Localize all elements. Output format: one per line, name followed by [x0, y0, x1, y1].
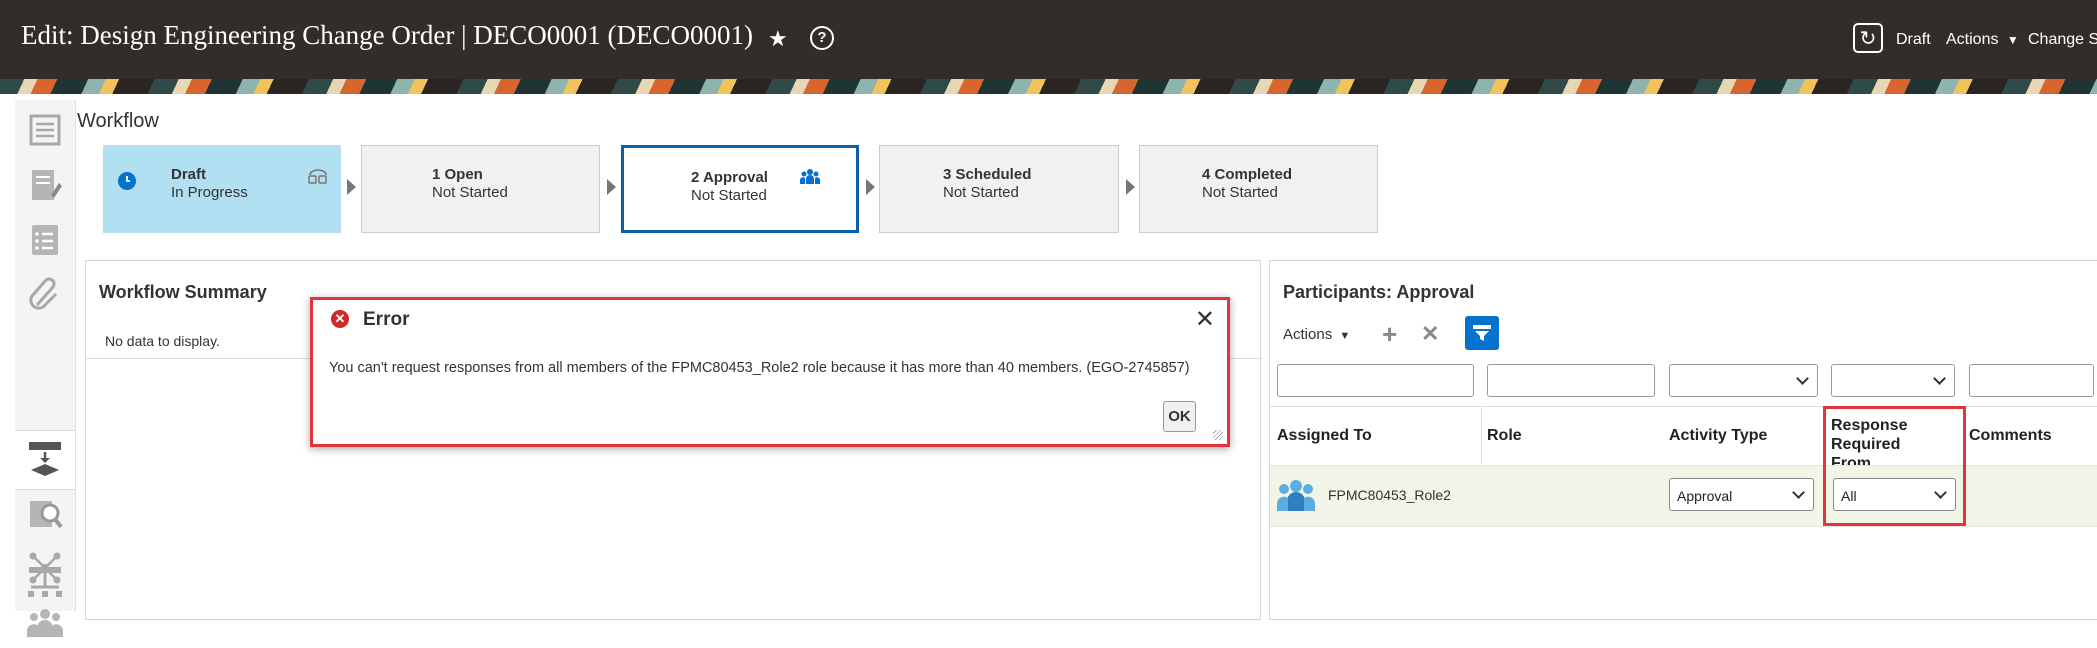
stop-status: Not Started [432, 184, 508, 201]
train-arrow [866, 179, 875, 195]
workflow-icon[interactable] [25, 438, 65, 478]
close-icon[interactable]: ✕ [1195, 305, 1215, 334]
top-header-bar: Edit: Design Engineering Change Order | … [0, 0, 2097, 79]
people-icon [800, 169, 820, 184]
filter-comments-input[interactable] [1969, 364, 2094, 397]
stop-status: Not Started [691, 187, 767, 204]
workflow-title: Workflow [77, 110, 159, 132]
stop-name: 4 Completed [1202, 166, 1293, 183]
page-title: Edit: Design Engineering Change Order | … [21, 20, 754, 50]
refresh-icon: ↻ [1859, 28, 1877, 50]
train-stop-open[interactable]: 1 Open Not Started [361, 145, 600, 233]
filter-response-required-select[interactable] [1831, 364, 1955, 397]
filter-icon [1473, 325, 1491, 341]
left-navigation-rail [15, 100, 76, 637]
error-dialog: ✕ Error ✕ You can't request responses fr… [310, 297, 1230, 447]
checklist-icon[interactable] [25, 220, 65, 260]
header-actions-label: Actions [1946, 31, 1999, 48]
help-icon[interactable]: ? [810, 26, 834, 50]
error-icon: ✕ [331, 310, 349, 328]
change-status-button[interactable]: Change St [2028, 31, 2097, 49]
divider [1270, 406, 2097, 407]
filter-assigned-to-input[interactable] [1277, 364, 1474, 397]
chevron-down-icon: ▼ [2006, 33, 2019, 47]
panel-title: Workflow Summary [99, 282, 267, 302]
chevron-down-icon [1792, 486, 1805, 499]
search-review-icon[interactable] [25, 493, 65, 533]
stop-name: 3 Scheduled [943, 166, 1032, 183]
column-header-comments[interactable]: Comments [1969, 426, 2052, 445]
people-icon[interactable] [25, 603, 65, 643]
list-icon[interactable] [25, 110, 65, 150]
hierarchy-icon[interactable] [25, 563, 65, 603]
ok-button[interactable]: OK [1163, 401, 1196, 432]
train-arrow [607, 179, 616, 195]
column-header-activity-type[interactable]: Activity Type [1669, 426, 1767, 445]
stop-status: In Progress [171, 184, 248, 201]
stop-name: Draft [171, 166, 207, 183]
chevron-down-icon: ▼ [1339, 330, 1351, 342]
star-icon[interactable]: ★ [768, 26, 788, 52]
error-message: You can't request responses from all mem… [329, 360, 1190, 376]
actions-label: Actions [1283, 326, 1333, 343]
gears-icon [308, 169, 327, 184]
attachment-icon[interactable] [25, 275, 65, 315]
decorative-banner [0, 79, 2097, 94]
highlight-box [1823, 406, 1966, 526]
participants-actions-menu[interactable]: Actions ▼ [1283, 326, 1350, 343]
activity-type-value: Approval [1677, 488, 1733, 504]
train-stop-completed[interactable]: 4 Completed Not Started [1139, 145, 1378, 233]
add-icon[interactable]: + [1382, 319, 1397, 349]
train-arrow [1126, 179, 1135, 195]
stop-status: Not Started [1202, 184, 1278, 201]
refresh-button[interactable]: ↻ [1853, 23, 1883, 53]
stop-name: 1 Open [432, 166, 483, 183]
empty-message: No data to display. [105, 333, 220, 349]
participants-panel: Participants: Approval Actions ▼ + ✕ Ass… [1269, 260, 2097, 620]
resize-handle[interactable] [1213, 430, 1223, 440]
filter-role-input[interactable] [1487, 364, 1655, 397]
clock-icon [118, 172, 136, 190]
activity-type-select[interactable]: Approval [1669, 478, 1814, 511]
stop-name: 2 Approval [691, 169, 768, 186]
train-stop-draft[interactable]: Draft In Progress [103, 145, 341, 233]
filter-activity-type-select[interactable] [1669, 364, 1818, 397]
train-arrow [347, 179, 356, 195]
chevron-down-icon [1796, 372, 1809, 385]
column-divider [1481, 406, 1482, 464]
train-stop-approval[interactable]: 2 Approval Not Started [621, 145, 859, 233]
remove-icon[interactable]: ✕ [1421, 319, 1439, 349]
column-header-assigned-to[interactable]: Assigned To [1277, 426, 1372, 445]
train-stop-scheduled[interactable]: 3 Scheduled Not Started [879, 145, 1119, 233]
role-group-icon [1277, 480, 1315, 511]
edit-document-icon[interactable] [25, 165, 65, 205]
assigned-to-value[interactable]: FPMC80453_Role2 [1328, 487, 1451, 503]
dialog-title: Error [363, 309, 410, 330]
panel-title: Participants: Approval [1283, 282, 1475, 302]
chevron-down-icon [1933, 372, 1946, 385]
header-actions-menu[interactable]: Actions ▼ [1946, 31, 2019, 49]
column-header-role[interactable]: Role [1487, 426, 1522, 445]
status-label: Draft [1896, 31, 1931, 48]
stop-status: Not Started [943, 184, 1019, 201]
query-by-example-button[interactable] [1465, 316, 1499, 350]
